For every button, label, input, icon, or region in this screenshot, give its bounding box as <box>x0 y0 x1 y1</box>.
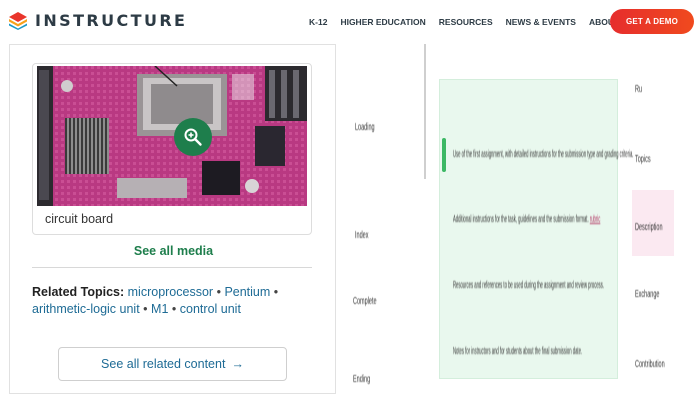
topic-link-pentium[interactable]: Pentium <box>224 285 270 299</box>
topic-link-m1[interactable]: M1 <box>151 302 168 316</box>
right-label: Topics <box>635 154 651 165</box>
left-label: Index <box>355 230 369 241</box>
topic-link-control-unit[interactable]: control unit <box>180 302 241 316</box>
instructure-logo-mark-icon <box>9 11 27 30</box>
media-thumbnail[interactable]: circuit board <box>32 63 312 235</box>
related-topics: Related Topics: microprocessor • Pentium… <box>32 285 279 316</box>
media-caption: circuit board <box>45 212 114 226</box>
panel-line: Resources and references to be used duri… <box>453 280 605 291</box>
left-label: Complete <box>353 296 377 307</box>
instruction-panel <box>439 79 618 379</box>
see-all-media-link[interactable]: See all media <box>10 244 337 258</box>
arrow-right-icon: → <box>231 357 244 371</box>
blurred-document-region: Loading Index Complete Ending Use of the… <box>345 44 700 400</box>
panel-line: Notes for instructors and for students a… <box>453 346 583 357</box>
magnifier-plus-icon <box>184 128 202 146</box>
divider <box>32 267 312 268</box>
get-a-demo-button[interactable]: GET A DEMO <box>610 9 694 34</box>
media-card: circuit board See all media Related Topi… <box>9 44 336 394</box>
panel-line: Additional instructions for the task, gu… <box>453 214 601 225</box>
main-nav: K-12 HIGHER EDUCATION RESOURCES NEWS & E… <box>309 17 633 27</box>
related-topics-label: Related Topics: <box>32 285 125 299</box>
topic-link-microprocessor[interactable]: microprocessor <box>128 285 213 299</box>
right-label: Exchange <box>635 289 660 300</box>
logo-text: INSTRUCTURE <box>35 11 188 30</box>
nav-k12[interactable]: K-12 <box>309 17 327 27</box>
panel-line: Use of the first assignment, with detail… <box>453 149 634 160</box>
topic-link-arithmetic-logic-unit[interactable]: arithmetic-logic unit <box>32 302 140 316</box>
see-all-related-label: See all related content <box>101 357 226 371</box>
right-label: Ru <box>635 84 643 95</box>
column-divider <box>424 44 426 179</box>
right-label: Contribution <box>635 359 665 370</box>
nav-higher-education[interactable]: HIGHER EDUCATION <box>340 17 425 27</box>
left-label: Ending <box>353 374 371 385</box>
nav-resources[interactable]: RESOURCES <box>439 17 493 27</box>
site-header: INSTRUCTURE K-12 HIGHER EDUCATION RESOUR… <box>0 0 700 44</box>
panel-accent-bar <box>442 138 446 172</box>
nav-news-events[interactable]: NEWS & EVENTS <box>506 17 576 27</box>
see-all-related-content-button[interactable]: See all related content → <box>58 347 287 381</box>
right-label: Description <box>635 222 663 233</box>
left-label: Loading <box>355 122 375 133</box>
instructure-logo[interactable]: INSTRUCTURE <box>9 11 187 30</box>
zoom-button[interactable] <box>174 118 212 156</box>
highlight-link[interactable]: rubric <box>590 214 601 225</box>
circuit-board-image <box>37 66 307 206</box>
